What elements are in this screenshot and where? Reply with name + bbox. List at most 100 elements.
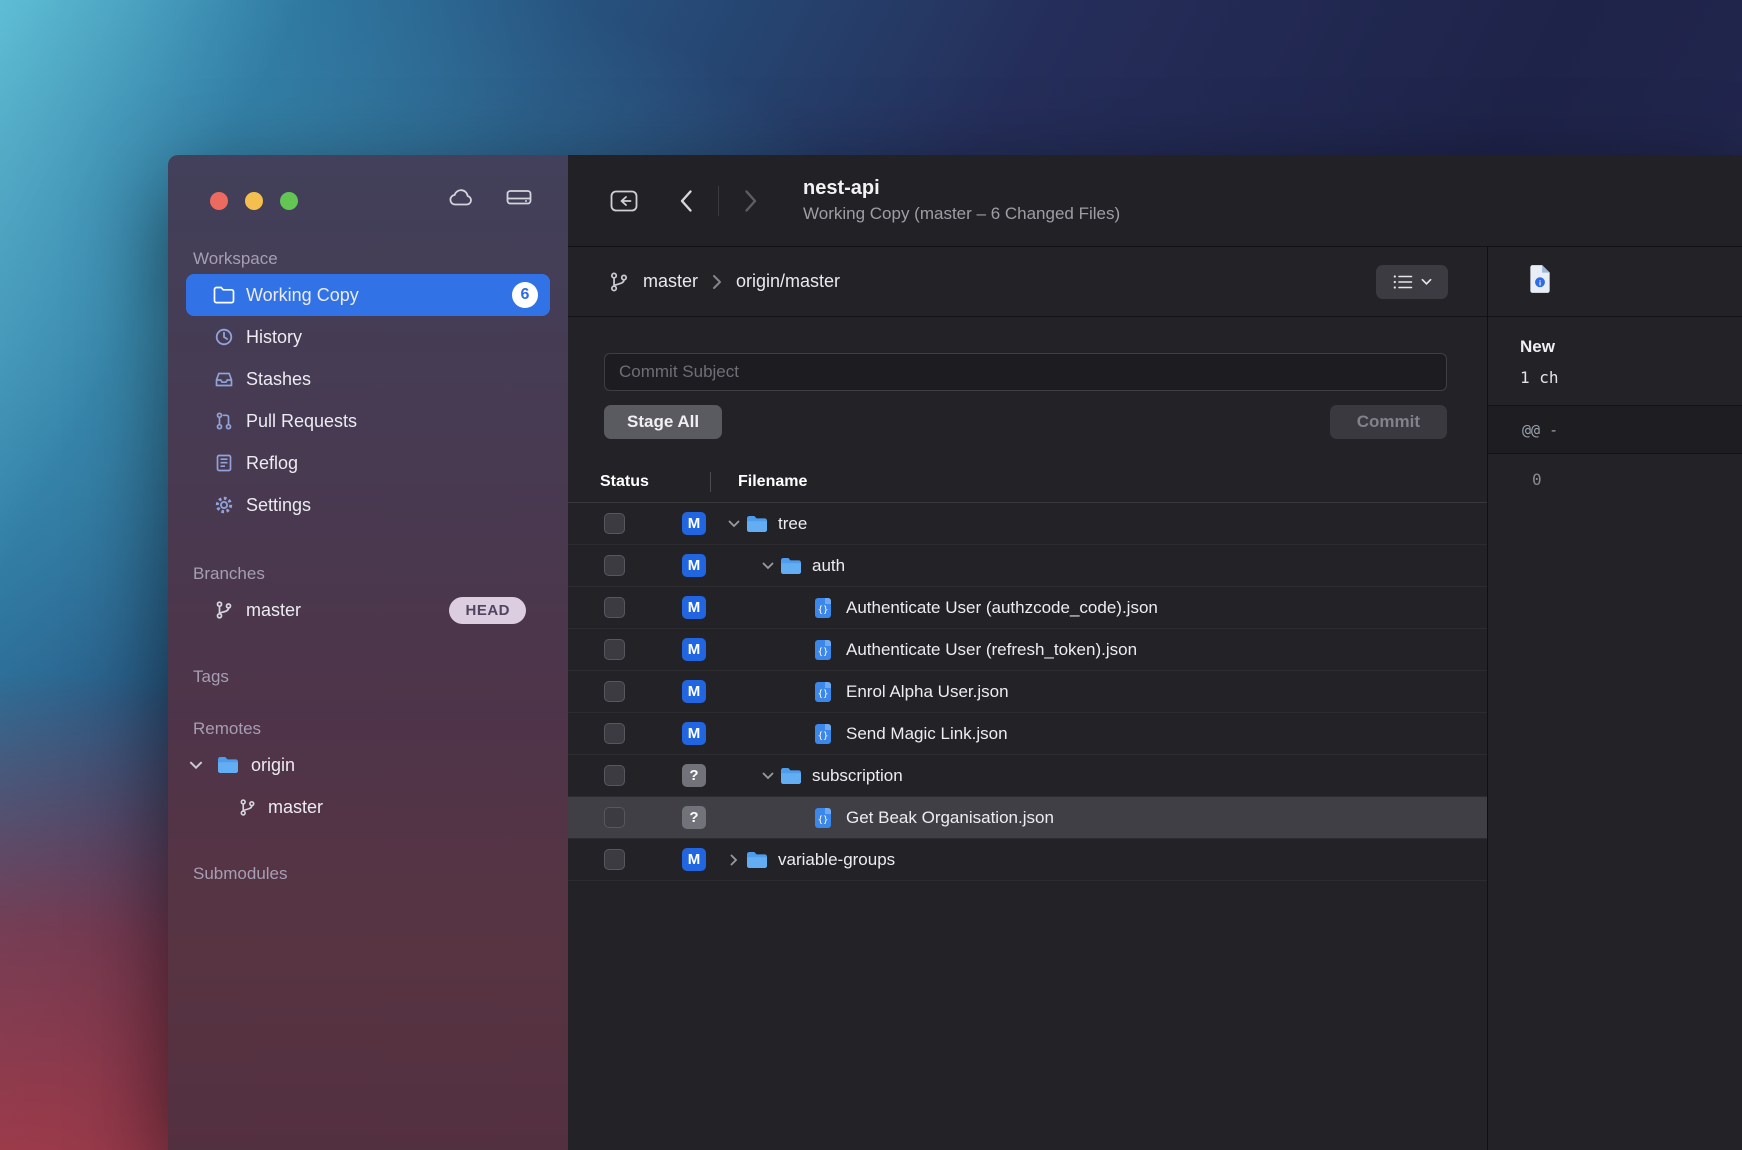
chevron-down-icon[interactable]	[722, 520, 746, 528]
sidebar-item-pull-requests[interactable]: Pull Requests	[186, 400, 550, 442]
chevron-down-icon[interactable]	[756, 772, 780, 780]
commit-button[interactable]: Commit	[1330, 405, 1447, 439]
sidebar-item-settings[interactable]: Settings	[186, 484, 550, 526]
chevron-right-icon	[712, 274, 722, 290]
remote-branch-name: master	[268, 797, 323, 818]
sidebar-item-stashes[interactable]: Stashes	[186, 358, 550, 400]
sidebar-item-label: Settings	[246, 495, 311, 516]
working-copy-pane: master origin/master	[568, 247, 1487, 1150]
status-badge: M	[682, 512, 706, 535]
table-row[interactable]: M tree	[568, 503, 1487, 545]
stage-all-button[interactable]: Stage All	[604, 405, 722, 439]
clock-icon	[212, 327, 236, 347]
file-json-icon: {}	[814, 681, 836, 703]
sidebar-item-branch-master[interactable]: master HEAD	[186, 589, 550, 631]
stage-checkbox[interactable]	[604, 513, 625, 534]
svg-text:{}: {}	[818, 605, 829, 615]
folder-icon	[780, 557, 802, 575]
reflog-icon	[212, 453, 236, 473]
table-row[interactable]: M variable-groups	[568, 839, 1487, 881]
stage-checkbox[interactable]	[604, 849, 625, 870]
folder-icon	[746, 851, 768, 869]
chevron-down-icon[interactable]	[189, 761, 205, 770]
sidebar-toggle-icon[interactable]	[602, 179, 646, 223]
branch-icon	[212, 600, 236, 620]
table-row[interactable]: M auth	[568, 545, 1487, 587]
file-json-icon: {}	[814, 723, 836, 745]
table-row-selected[interactable]: ? {} Get Beak Organisation.json	[568, 797, 1487, 839]
upstream-branch[interactable]: origin/master	[736, 271, 840, 292]
file-json-icon: {}	[814, 597, 836, 619]
chevron-down-icon	[1421, 278, 1432, 286]
file-name: subscription	[812, 766, 903, 786]
folder-icon	[212, 286, 236, 304]
status-badge: M	[682, 680, 706, 703]
table-row[interactable]: M {} Enrol Alpha User.json	[568, 671, 1487, 713]
sidebar-item-label: Stashes	[246, 369, 311, 390]
zoom-button[interactable]	[280, 192, 298, 210]
current-branch[interactable]: master	[643, 271, 698, 292]
minimize-button[interactable]	[245, 192, 263, 210]
stage-checkbox[interactable]	[604, 723, 625, 744]
close-button[interactable]	[210, 192, 228, 210]
folder-icon	[746, 515, 768, 533]
sidebar-item-remote-origin[interactable]: origin	[186, 744, 550, 786]
head-badge: HEAD	[449, 597, 526, 624]
repo-title: nest-api	[803, 177, 1120, 200]
list-view-icon	[1393, 274, 1413, 290]
status-badge: ?	[682, 764, 706, 787]
workspace-section: Workspace Working Copy 6	[168, 249, 568, 526]
stage-checkbox[interactable]	[604, 765, 625, 786]
cloud-icon[interactable]	[448, 187, 476, 207]
view-options-button[interactable]	[1376, 265, 1448, 299]
submodules-section: Submodules	[168, 864, 568, 884]
back-button[interactable]	[664, 179, 708, 223]
svg-text:{}: {}	[818, 689, 829, 699]
forward-button[interactable]	[729, 179, 773, 223]
table-row[interactable]: M {} Authenticate User (authzcode_code).…	[568, 587, 1487, 629]
sidebar-item-remote-branch-master[interactable]: master	[186, 786, 550, 828]
status-badge: M	[682, 596, 706, 619]
sidebar-item-reflog[interactable]: Reflog	[186, 442, 550, 484]
branch-icon	[608, 271, 630, 293]
status-badge: M	[682, 722, 706, 745]
branch-icon	[238, 798, 257, 817]
stage-checkbox[interactable]	[604, 807, 625, 828]
chevron-right-icon[interactable]	[722, 854, 746, 866]
svg-text:{}: {}	[818, 815, 829, 825]
stage-checkbox[interactable]	[604, 597, 625, 618]
toolbar-divider	[718, 186, 719, 216]
sidebar-item-working-copy[interactable]: Working Copy 6	[186, 274, 550, 316]
remote-name: origin	[251, 755, 295, 776]
table-row[interactable]: M {} Authenticate User (refresh_token).j…	[568, 629, 1487, 671]
window-toolbar: nest-api Working Copy (master – 6 Change…	[568, 155, 1742, 247]
sidebar-item-label: History	[246, 327, 302, 348]
status-badge: M	[682, 848, 706, 871]
sidebar: Workspace Working Copy 6	[168, 155, 568, 1150]
table-row[interactable]: M {} Send Magic Link.json	[568, 713, 1487, 755]
status-badge: ?	[682, 806, 706, 829]
file-json-icon: {}	[814, 807, 836, 829]
chevron-down-icon[interactable]	[756, 562, 780, 570]
sidebar-item-history[interactable]: History	[186, 316, 550, 358]
drive-icon[interactable]	[506, 187, 532, 207]
section-title: Branches	[193, 564, 568, 584]
diff-preview-panel: i New 1 ch @@ - 0	[1487, 247, 1742, 1150]
status-column-header: Status	[568, 473, 710, 491]
file-document-icon: i	[1528, 264, 1552, 299]
section-title: Remotes	[193, 719, 568, 739]
stage-checkbox[interactable]	[604, 555, 625, 576]
commit-subject-input[interactable]	[604, 353, 1447, 391]
remotes-section: Remotes origin	[168, 719, 568, 828]
table-row[interactable]: ? subscription	[568, 755, 1487, 797]
section-title: Workspace	[193, 249, 568, 269]
branches-section: Branches master HEAD	[168, 564, 568, 631]
branch-bar: master origin/master	[568, 247, 1487, 317]
gear-icon	[212, 495, 236, 515]
file-name: Send Magic Link.json	[846, 724, 1008, 744]
diff-file-info: New 1 ch	[1488, 317, 1742, 406]
stage-checkbox[interactable]	[604, 681, 625, 702]
file-name: Authenticate User (refresh_token).json	[846, 640, 1137, 660]
svg-text:i: i	[1539, 278, 1541, 287]
stage-checkbox[interactable]	[604, 639, 625, 660]
